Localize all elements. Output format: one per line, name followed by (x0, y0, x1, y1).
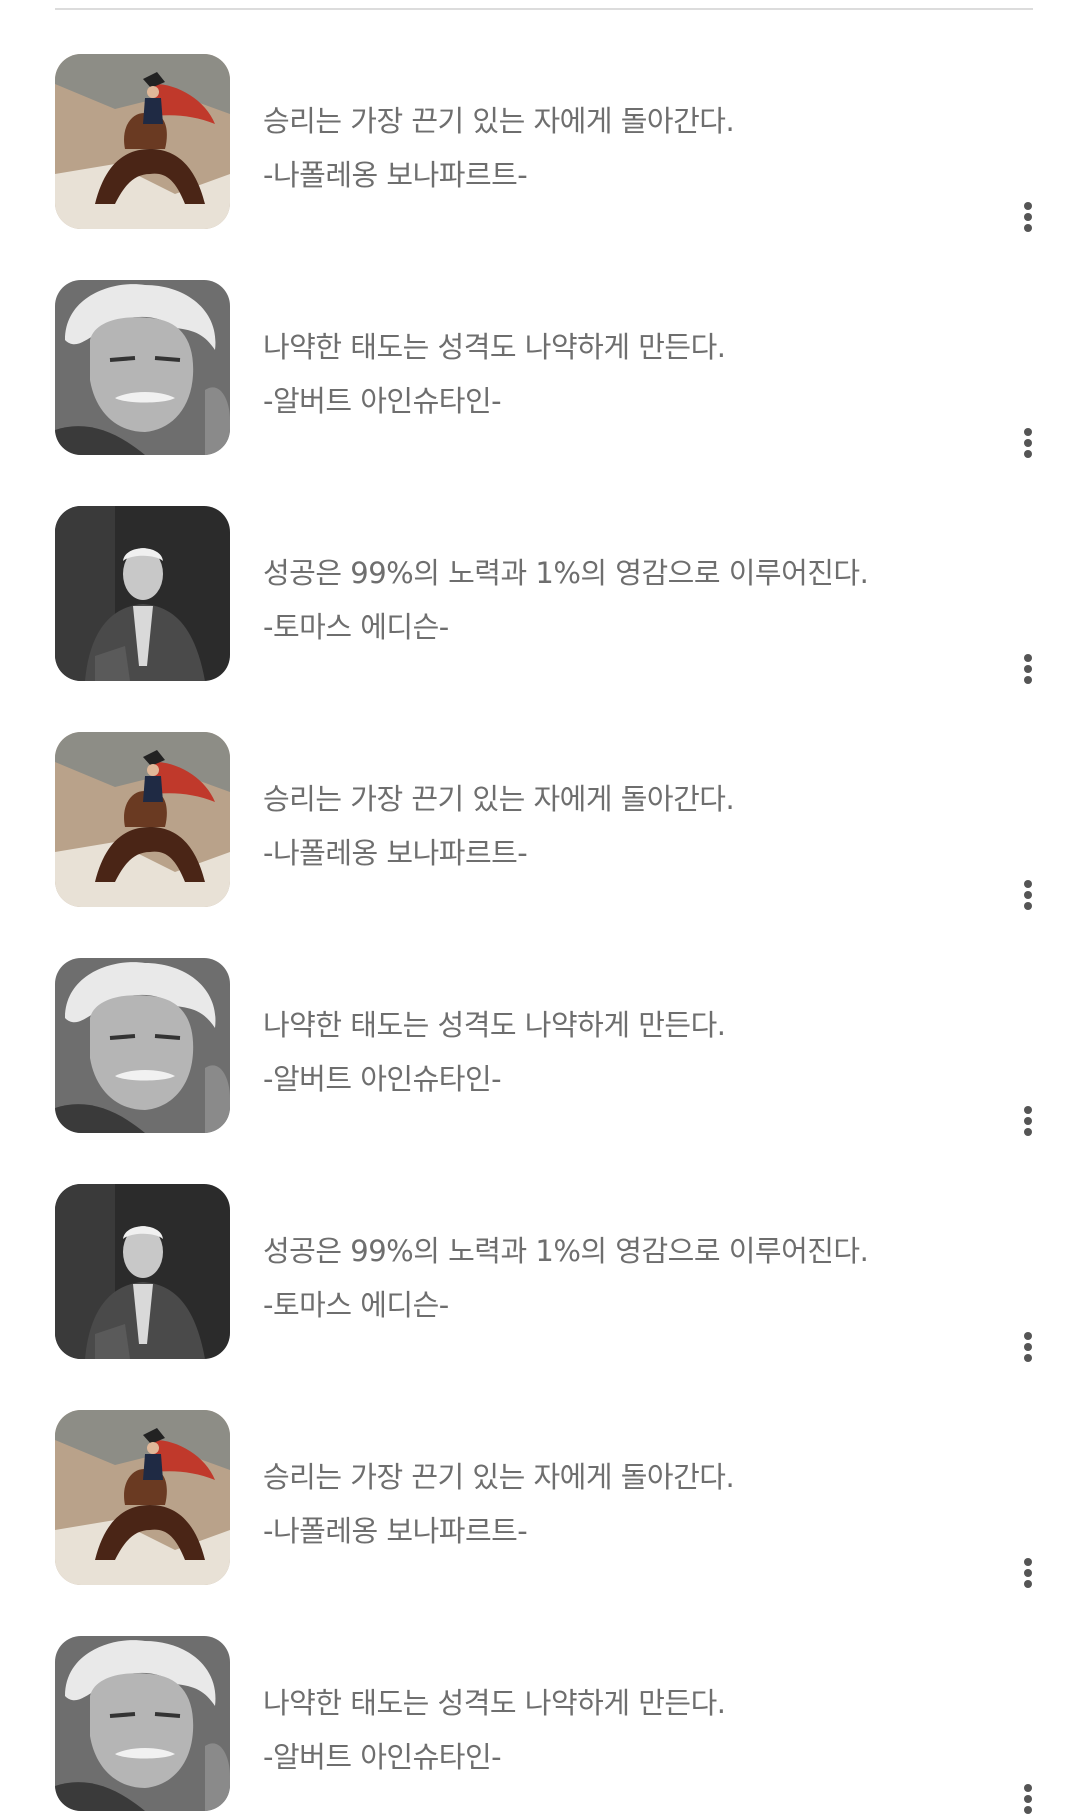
quote-item[interactable]: 나약한 태도는 성격도 나약하게 만든다. -알버트 아인슈타인- (0, 1582, 1068, 1814)
quote-author: -나폴레옹 보나파르트- (263, 158, 528, 192)
portrait-napoleon (55, 732, 230, 907)
more-dot (1024, 1558, 1032, 1566)
quote-list: 승리는 가장 끈기 있는 자에게 돌아간다. -나폴레옹 보나파르트- 나약한 … (0, 0, 1068, 1814)
quote-author: -나폴레옹 보나파르트- (263, 1514, 528, 1548)
portrait-napoleon (55, 54, 230, 229)
quote-text: 승리는 가장 끈기 있는 자에게 돌아간다. (263, 104, 735, 138)
quote-author: -토마스 에디슨- (263, 1288, 449, 1322)
more-dot (1024, 880, 1032, 888)
quote-author: -알버트 아인슈타인- (263, 1740, 502, 1774)
quote-item[interactable]: 승리는 가장 끈기 있는 자에게 돌아간다. -나폴레옹 보나파르트- (0, 0, 1068, 232)
more-dot (1024, 1106, 1032, 1114)
more-dot (1024, 1795, 1032, 1803)
more-dot (1024, 213, 1032, 221)
portrait-edison (55, 1184, 230, 1359)
more-dot (1024, 665, 1032, 673)
quote-item[interactable]: 승리는 가장 끈기 있는 자에게 돌아간다. -나폴레옹 보나파르트- (0, 1356, 1068, 1588)
quote-text: 나약한 태도는 성격도 나약하게 만든다. (263, 330, 726, 364)
portrait-edison (55, 506, 230, 681)
quote-item[interactable]: 나약한 태도는 성격도 나약하게 만든다. -알버트 아인슈타인- (0, 904, 1068, 1136)
more-dot (1024, 891, 1032, 899)
more-dot (1024, 1332, 1032, 1340)
more-vertical-icon[interactable] (1016, 1782, 1040, 1816)
quote-item[interactable]: 승리는 가장 끈기 있는 자에게 돌아간다. -나폴레옹 보나파르트- (0, 678, 1068, 910)
portrait-einstein (55, 280, 230, 455)
quote-text: 성공은 99%의 노력과 1%의 영감으로 이루어진다. (263, 1234, 869, 1268)
quote-author: -알버트 아인슈타인- (263, 384, 502, 418)
quote-text: 나약한 태도는 성격도 나약하게 만든다. (263, 1686, 726, 1720)
more-dot (1024, 202, 1032, 210)
quote-author: -나폴레옹 보나파르트- (263, 836, 528, 870)
more-dot (1024, 1117, 1032, 1125)
quote-item[interactable]: 성공은 99%의 노력과 1%의 영감으로 이루어진다. -토마스 에디슨- (0, 1130, 1068, 1362)
more-dot (1024, 428, 1032, 436)
more-dot (1024, 1569, 1032, 1577)
quote-text: 성공은 99%의 노력과 1%의 영감으로 이루어진다. (263, 556, 869, 590)
quote-item[interactable]: 성공은 99%의 노력과 1%의 영감으로 이루어진다. -토마스 에디슨- (0, 452, 1068, 684)
quote-text: 승리는 가장 끈기 있는 자에게 돌아간다. (263, 782, 735, 816)
more-dot (1024, 1806, 1032, 1814)
quote-text: 승리는 가장 끈기 있는 자에게 돌아간다. (263, 1460, 735, 1494)
more-dot (1024, 1343, 1032, 1351)
quote-item[interactable]: 나약한 태도는 성격도 나약하게 만든다. -알버트 아인슈타인- (0, 226, 1068, 458)
quote-author: -토마스 에디슨- (263, 610, 449, 644)
more-dot (1024, 654, 1032, 662)
more-dot (1024, 1784, 1032, 1792)
quote-text: 나약한 태도는 성격도 나약하게 만든다. (263, 1008, 726, 1042)
more-dot (1024, 439, 1032, 447)
portrait-napoleon (55, 1410, 230, 1585)
quote-author: -알버트 아인슈타인- (263, 1062, 502, 1096)
portrait-einstein (55, 958, 230, 1133)
portrait-einstein (55, 1636, 230, 1811)
